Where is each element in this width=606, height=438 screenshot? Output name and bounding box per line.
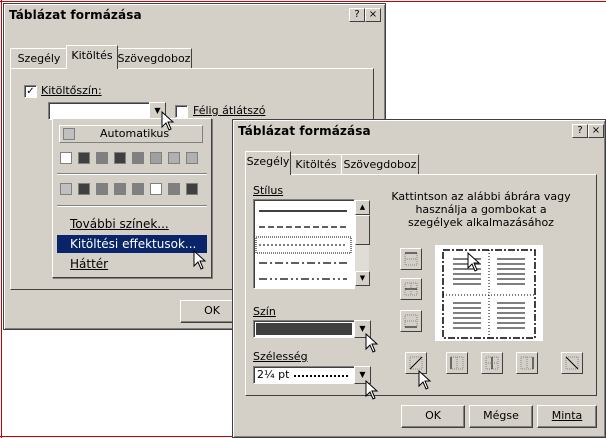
- border-width-sample: [294, 375, 348, 377]
- fill-effects-item[interactable]: Kitöltési effektusok...: [57, 235, 207, 253]
- front-cancel-button[interactable]: Mégse: [469, 405, 533, 428]
- background-item[interactable]: Háttér: [57, 255, 207, 273]
- border-width-value: 2¼ pt: [257, 368, 290, 381]
- style-label: Stílus: [253, 184, 284, 197]
- color-swatch[interactable]: [114, 152, 126, 164]
- frame-line-top: [0, 1, 606, 2]
- front-ok-button[interactable]: OK: [401, 405, 465, 428]
- color-swatch[interactable]: [132, 183, 144, 195]
- front-help-button[interactable]: ?: [572, 124, 588, 138]
- front-preview-button[interactable]: Minta: [537, 405, 597, 428]
- back-tab-szovegdoboz[interactable]: Szövegdoboz: [116, 48, 192, 69]
- mouse-pointer-icon: [467, 252, 481, 272]
- border-color-dropdown[interactable]: [253, 320, 355, 338]
- scroll-down-arrow-icon[interactable]: ▼: [355, 271, 370, 286]
- half-transparent-label: Félig átlátszó: [193, 104, 265, 117]
- back-titlebar: Táblázat formázása ? ×: [6, 6, 383, 24]
- color-swatch[interactable]: [168, 152, 180, 164]
- color-swatch[interactable]: [96, 183, 108, 195]
- color-swatch[interactable]: [60, 152, 72, 164]
- half-transparent-checkbox[interactable]: [175, 105, 188, 118]
- diagonal-up-border-button[interactable]: [561, 352, 583, 374]
- bottom-border-button[interactable]: [400, 310, 422, 332]
- color-swatch[interactable]: [132, 152, 144, 164]
- right-border-icon: [520, 356, 534, 370]
- front-tab-kitoltes[interactable]: Kitöltés: [289, 154, 343, 175]
- color-swatch[interactable]: [60, 183, 72, 195]
- inside-horizontal-border-button[interactable]: [400, 278, 422, 300]
- color-label: Szín: [253, 305, 276, 318]
- more-colors-item[interactable]: További színek...: [57, 215, 207, 233]
- automatic-swatch: [63, 128, 75, 140]
- bottom-border-icon: [404, 314, 418, 328]
- right-border-button[interactable]: [516, 352, 538, 374]
- color-swatch[interactable]: [186, 152, 198, 164]
- half-transparent-label-text: Félig átlátszó: [193, 104, 266, 117]
- color-swatch[interactable]: [150, 183, 162, 195]
- mouse-pointer-icon: [418, 370, 432, 390]
- line-style-scrollbar[interactable]: ▲ ▼: [355, 200, 370, 286]
- color-swatch[interactable]: [186, 183, 198, 195]
- diagonal-up-border-icon: [565, 356, 579, 370]
- fill-color-label: Kitöltőszín:: [41, 84, 102, 97]
- inside-horizontal-border-icon: [404, 282, 418, 296]
- left-border-button[interactable]: [446, 352, 468, 374]
- color-swatch[interactable]: [114, 183, 126, 195]
- fill-color-checkbox[interactable]: ✓: [24, 85, 37, 98]
- mouse-pointer-icon: [365, 333, 379, 353]
- border-width-dropdown[interactable]: 2¼ pt: [253, 366, 355, 384]
- automatic-color-button[interactable]: Automatikus: [59, 125, 203, 143]
- color-swatch[interactable]: [150, 152, 162, 164]
- color-swatch[interactable]: [78, 152, 90, 164]
- back-tab-szegely[interactable]: Szegély: [10, 48, 68, 69]
- frame-line-left: [1, 0, 2, 438]
- border-instructions: Kattintson az alábbi ábrára vagy használ…: [391, 190, 571, 229]
- mouse-pointer-icon: [193, 250, 207, 270]
- front-tab-szovegdoboz[interactable]: Szövegdoboz: [341, 154, 419, 175]
- width-label: Szélesség: [253, 350, 308, 363]
- scroll-up-arrow-icon[interactable]: ▲: [355, 200, 370, 215]
- color-swatch[interactable]: [78, 183, 90, 195]
- top-border-button[interactable]: [400, 248, 422, 270]
- line-style-samples: [255, 210, 352, 280]
- top-border-icon: [404, 252, 418, 266]
- back-help-button[interactable]: ?: [349, 8, 365, 22]
- front-close-button[interactable]: ×: [588, 124, 604, 138]
- scroll-thumb[interactable]: [355, 215, 370, 245]
- color-swatch[interactable]: [96, 152, 108, 164]
- mouse-pointer-icon: [161, 111, 175, 131]
- mouse-pointer-icon: [365, 380, 379, 400]
- color-swatch[interactable]: [168, 183, 180, 195]
- menu-separator-2: [57, 205, 207, 207]
- inside-vertical-border-button[interactable]: [481, 352, 503, 374]
- back-tab-kitoltes[interactable]: Kitöltés: [66, 45, 118, 69]
- back-dialog-title: Táblázat formázása: [9, 8, 142, 22]
- front-dialog-title: Táblázat formázása: [238, 124, 371, 138]
- inside-vertical-border-icon: [485, 356, 499, 370]
- front-tab-szegely[interactable]: Szegély: [245, 151, 291, 175]
- automatic-color-label: Automatikus: [100, 127, 170, 140]
- border-preview-diagram: [442, 249, 536, 339]
- front-titlebar: Táblázat formázása ? ×: [235, 122, 604, 140]
- left-border-icon: [450, 356, 464, 370]
- menu-separator-1: [57, 173, 207, 175]
- back-close-button[interactable]: ×: [365, 8, 381, 22]
- color-popup-menu: Automatikus További színek... Kitöltési …: [52, 118, 212, 278]
- border-color-fill: [256, 323, 352, 335]
